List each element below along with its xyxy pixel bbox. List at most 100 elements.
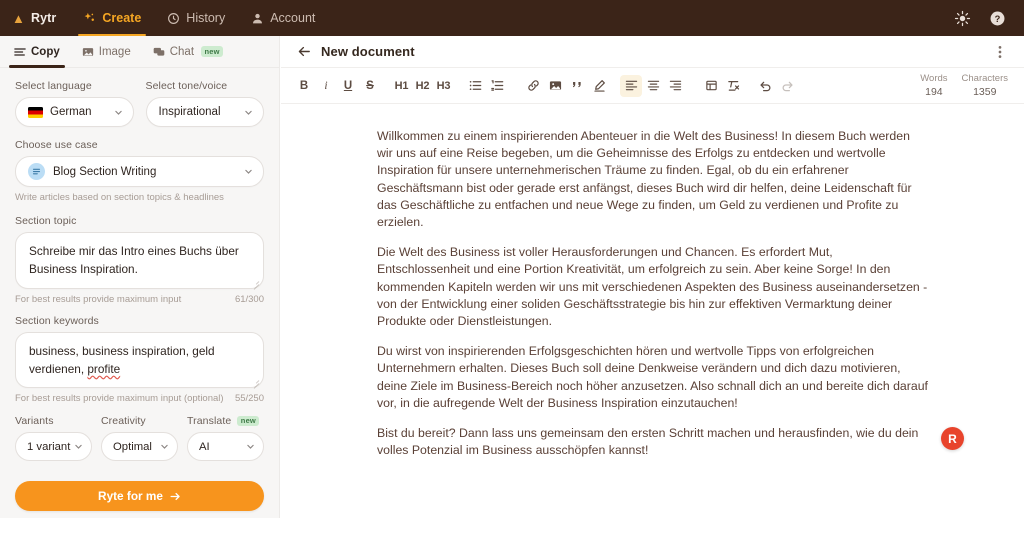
panel-tabs: Copy Image Chat new	[0, 36, 279, 68]
page-title: New document	[321, 44, 415, 59]
strikethrough-button[interactable]: S	[359, 75, 381, 97]
tab-chat[interactable]: Chat new	[142, 36, 234, 68]
german-flag-icon	[28, 106, 43, 118]
insert-image-button[interactable]	[544, 75, 566, 97]
use-case-select[interactable]: Blog Section Writing	[15, 156, 264, 187]
align-right-button[interactable]	[664, 75, 686, 97]
underline-button[interactable]: U	[337, 75, 359, 97]
numbered-list-icon	[490, 80, 503, 91]
section-keywords-counter: 55/250	[234, 393, 264, 405]
chevron-down-icon	[245, 169, 252, 174]
sparkle-icon	[83, 12, 96, 25]
use-case-value: Blog Section Writing	[53, 165, 157, 178]
ryte-for-me-button[interactable]: Ryte for me	[15, 481, 264, 512]
chevron-down-icon	[75, 444, 82, 449]
link-button[interactable]	[522, 75, 544, 97]
language-select[interactable]: German	[15, 97, 134, 127]
redo-button[interactable]	[776, 75, 798, 97]
section-topic-hint: For best results provide maximum input	[15, 293, 182, 305]
arrow-left-icon[interactable]	[297, 44, 312, 59]
bulleted-list-icon	[469, 80, 481, 91]
sun-icon[interactable]	[954, 10, 971, 27]
tab-copy-label: Copy	[31, 45, 60, 58]
nav-tab-account[interactable]: Account	[238, 0, 328, 36]
language-tone-row: Select language German Select tone/voice…	[15, 80, 264, 127]
document-counters: Words 194 Characters 1359	[920, 72, 1010, 100]
chevron-down-icon	[245, 110, 252, 115]
clear-format-icon	[727, 80, 739, 91]
person-icon	[251, 12, 264, 25]
creativity-value: Optimal	[113, 440, 152, 453]
nav-tab-history-label: History	[186, 11, 226, 25]
undo-icon	[759, 81, 770, 92]
rytr-assistant-button[interactable]: R	[941, 427, 964, 450]
lines-icon	[14, 46, 26, 58]
insert-table-button[interactable]	[700, 75, 722, 97]
chat-icon	[153, 46, 165, 58]
question-circle-icon[interactable]: ?	[989, 10, 1006, 27]
bold-button[interactable]: B	[293, 75, 315, 97]
tab-chat-label: Chat	[169, 45, 195, 58]
header-spacer	[328, 0, 954, 36]
italic-button[interactable]: i	[315, 75, 337, 97]
translate-new-badge: new	[237, 415, 260, 427]
use-case-hint: Write articles based on section topics &…	[15, 192, 224, 203]
section-topic-input[interactable]: Schreibe mir das Intro eines Buchs über …	[15, 232, 264, 289]
quote-icon	[572, 81, 581, 88]
brand-logo[interactable]: ▲ Rytr	[0, 0, 70, 36]
nav-tab-create[interactable]: Create	[70, 0, 154, 36]
word-counter: Words 194	[920, 72, 947, 100]
clear-formatting-button[interactable]	[722, 75, 744, 97]
section-keywords-hint: For best results provide maximum input (…	[15, 393, 224, 405]
word-counter-value: 194	[925, 85, 943, 98]
align-center-icon	[647, 80, 659, 91]
panel-form: Select language German Select tone/voice…	[0, 68, 279, 462]
chevron-down-icon	[114, 110, 122, 115]
character-counter: Characters 1359	[962, 72, 1008, 100]
chevron-down-icon	[247, 444, 254, 449]
tab-image-label: Image	[98, 45, 131, 58]
document-content[interactable]: Willkommen zu einem inspirierenden Abent…	[281, 104, 1024, 459]
image-icon	[549, 81, 561, 90]
align-left-icon	[625, 80, 637, 91]
section-keywords-field: Section keywords business, business insp…	[15, 314, 264, 405]
link-icon	[527, 80, 539, 91]
document-paragraph: Bist du bereit? Dann lass uns gemeinsam …	[377, 426, 919, 458]
tab-image[interactable]: Image	[71, 36, 142, 68]
numbered-list-button[interactable]	[486, 75, 508, 97]
section-topic-meta: For best results provide maximum input 6…	[15, 294, 264, 305]
highlighter-button[interactable]	[588, 75, 610, 97]
ryte-for-me-label: Ryte for me	[98, 489, 163, 504]
align-center-button[interactable]	[642, 75, 664, 97]
table-icon	[705, 80, 717, 91]
heading3-button[interactable]: H3	[433, 75, 454, 97]
creativity-label: Creativity	[101, 415, 146, 428]
tab-chat-new-badge: new	[201, 46, 224, 57]
bulleted-list-button[interactable]	[464, 75, 486, 97]
section-keywords-input[interactable]: business, business inspiration, geld ver…	[15, 331, 264, 389]
tone-select[interactable]: Inspirational	[145, 97, 264, 127]
section-keywords-label: Section keywords	[15, 314, 99, 327]
nav-tab-history[interactable]: History	[154, 0, 238, 36]
kebab-menu-icon[interactable]	[992, 44, 1008, 60]
nav-tab-create-label: Create	[102, 11, 142, 25]
variants-select[interactable]: 1 variant	[15, 432, 92, 462]
creativity-select[interactable]: Optimal	[101, 432, 178, 462]
undo-button[interactable]	[754, 75, 776, 97]
heading1-button[interactable]: H1	[391, 75, 412, 97]
clock-icon	[167, 12, 180, 25]
brand-label: Rytr	[30, 11, 57, 25]
heading2-button[interactable]: H2	[412, 75, 433, 97]
align-left-button[interactable]	[620, 74, 642, 97]
tab-copy[interactable]: Copy	[3, 36, 71, 68]
align-right-icon	[669, 80, 681, 91]
use-case-label: Choose use case	[15, 139, 98, 151]
section-topic-field: Section topic Schreibe mir das Intro ein…	[15, 215, 264, 305]
keywords-text: business, business inspiration, geld ver…	[29, 343, 215, 376]
language-value: German	[50, 106, 92, 118]
tone-field: Select tone/voice Inspirational	[145, 80, 264, 127]
language-field: Select language German	[15, 80, 134, 127]
translate-select[interactable]: AI	[187, 432, 264, 462]
blockquote-button[interactable]	[566, 75, 588, 97]
options-row: Variants 1 variant Creativity Optimal Tr…	[15, 415, 264, 462]
